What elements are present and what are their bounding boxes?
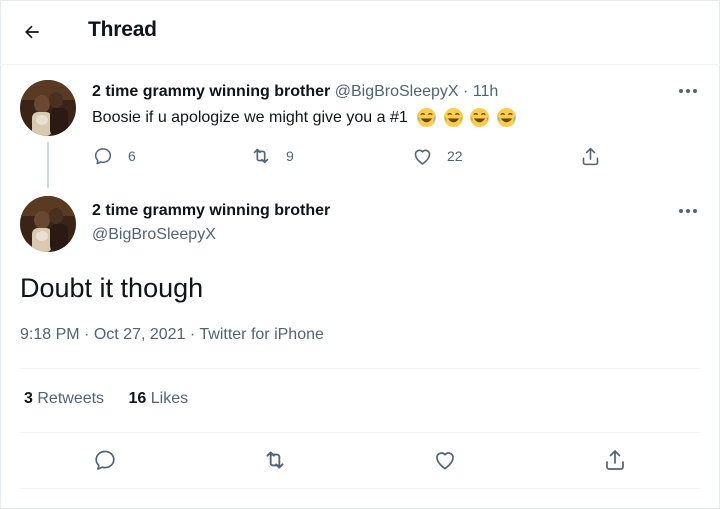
separator-dot: · bbox=[463, 83, 469, 100]
heart-icon bbox=[436, 452, 454, 470]
main-tweet-text: Doubt it though bbox=[20, 273, 204, 303]
heart-icon bbox=[414, 149, 430, 165]
page-title: Thread bbox=[88, 18, 157, 41]
profile-photo bbox=[20, 196, 76, 252]
tweet-source[interactable]: Twitter for iPhone bbox=[199, 326, 324, 343]
reply-button[interactable]: 6 bbox=[92, 145, 136, 167]
more-options-button[interactable] bbox=[675, 201, 701, 221]
like-button[interactable]: 22 bbox=[411, 145, 463, 167]
separator-dot: · bbox=[189, 326, 196, 343]
separator-dot: · bbox=[84, 326, 90, 343]
reply-count: 6 bbox=[128, 148, 136, 164]
avatar[interactable] bbox=[20, 80, 76, 136]
more-icon bbox=[679, 209, 697, 213]
divider bbox=[20, 432, 700, 433]
divider bbox=[20, 368, 700, 369]
retweets-label: Retweets bbox=[37, 390, 105, 407]
laughing-emoji-icon bbox=[470, 108, 490, 128]
share-button[interactable] bbox=[579, 145, 601, 167]
retweet-icon bbox=[253, 148, 269, 164]
thread-header: Thread bbox=[0, 0, 720, 65]
tweet-date[interactable]: Oct 27, 2021 bbox=[94, 326, 186, 343]
retweets-stat[interactable]: 3 Retweets bbox=[24, 390, 109, 407]
laughing-emoji-icon bbox=[443, 108, 463, 128]
share-icon bbox=[606, 450, 624, 470]
likes-stat[interactable]: 16 Likes bbox=[129, 390, 189, 407]
display-name[interactable]: 2 time grammy winning brother bbox=[92, 83, 330, 100]
divider bbox=[20, 488, 700, 489]
back-button[interactable] bbox=[16, 16, 48, 48]
tweet-metadata: 9:18 PM · Oct 27, 2021 · Twitter for iPh… bbox=[20, 326, 324, 344]
reply-button[interactable] bbox=[89, 444, 121, 476]
tweet-time[interactable]: 11h bbox=[473, 83, 499, 100]
user-handle[interactable]: @BigBroSleepyX bbox=[335, 83, 459, 100]
retweets-count: 3 bbox=[24, 390, 33, 407]
reply-tweet-text: Boosie if u apologize we might give you … bbox=[92, 107, 518, 129]
share-icon bbox=[582, 147, 598, 165]
retweet-icon bbox=[266, 451, 284, 469]
retweet-button[interactable] bbox=[259, 444, 291, 476]
profile-photo bbox=[20, 80, 76, 136]
share-button[interactable] bbox=[599, 444, 631, 476]
thread-connector-line bbox=[47, 142, 49, 188]
user-handle[interactable]: @BigBroSleepyX bbox=[92, 226, 216, 244]
tweet-time[interactable]: 9:18 PM bbox=[20, 326, 80, 343]
laughing-emoji-icon bbox=[496, 108, 516, 128]
retweet-button[interactable]: 9 bbox=[250, 145, 294, 167]
like-count: 22 bbox=[447, 148, 463, 164]
arrow-left-icon bbox=[25, 25, 39, 39]
reply-icon bbox=[95, 450, 115, 470]
more-icon bbox=[679, 89, 697, 93]
likes-count: 16 bbox=[128, 390, 147, 407]
display-name[interactable]: 2 time grammy winning brother bbox=[92, 202, 330, 220]
emoji-group bbox=[416, 107, 517, 129]
laughing-emoji-icon bbox=[417, 108, 437, 128]
avatar[interactable] bbox=[20, 196, 76, 252]
more-options-button[interactable] bbox=[675, 81, 701, 101]
retweet-count: 9 bbox=[286, 148, 294, 164]
likes-label: Likes bbox=[150, 390, 189, 407]
reply-icon bbox=[94, 148, 112, 165]
reply-tweet-header: 2 time grammy winning brother @BigBroSle… bbox=[92, 82, 498, 102]
tweet-text: Boosie if u apologize we might give you … bbox=[92, 109, 408, 127]
engagement-stats: 3 Retweets 16 Likes bbox=[24, 390, 208, 408]
like-button[interactable] bbox=[429, 444, 461, 476]
